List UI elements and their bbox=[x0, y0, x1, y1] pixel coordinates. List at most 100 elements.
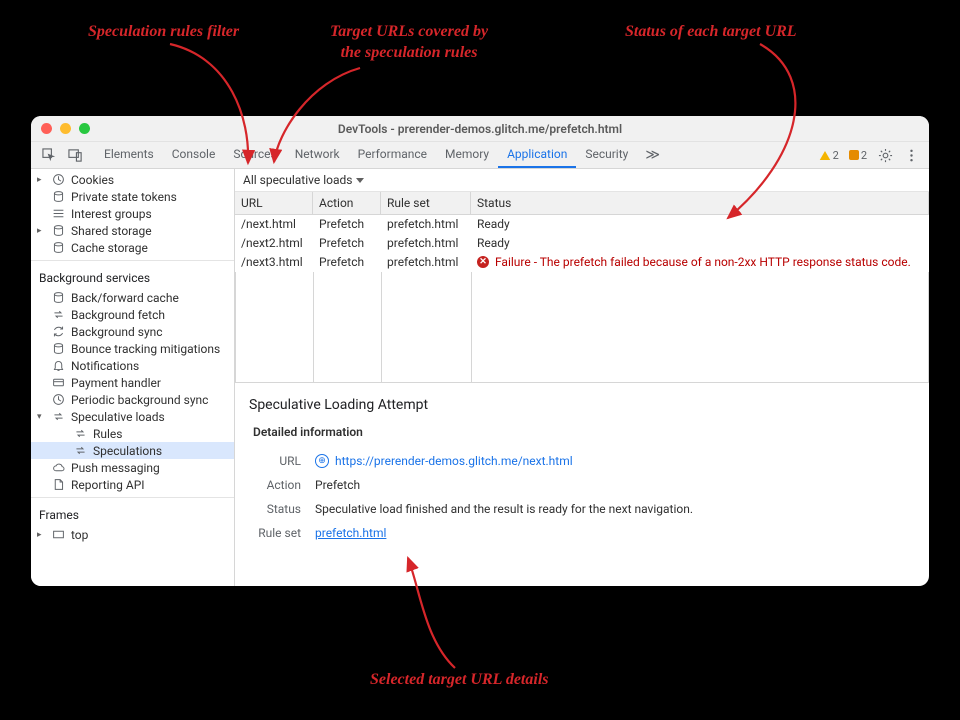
sidebar-item-speculative-loads[interactable]: Speculative loads bbox=[31, 408, 234, 425]
arrows-icon bbox=[73, 444, 87, 458]
sidebar-item-top[interactable]: top bbox=[31, 526, 234, 543]
cell-action: Prefetch bbox=[313, 215, 381, 233]
col-status[interactable]: Status bbox=[471, 192, 929, 215]
sidebar-item-rules[interactable]: Rules bbox=[31, 425, 234, 442]
cell-action: Prefetch bbox=[313, 253, 381, 271]
sidebar-item-cache-storage[interactable]: Cache storage bbox=[31, 239, 234, 256]
devtools-toolbar: Elements Console Sources Network Perform… bbox=[31, 142, 929, 169]
cell-action: Prefetch bbox=[313, 234, 381, 252]
speculations-table: URL Action Rule set Status /next.htmlPre… bbox=[235, 192, 929, 383]
sidebar-item-label: Periodic background sync bbox=[71, 393, 208, 407]
sidebar-item-interest-groups[interactable]: Interest groups bbox=[31, 205, 234, 222]
error-icon: ✕ bbox=[477, 256, 489, 268]
device-toggle-icon[interactable] bbox=[67, 147, 83, 163]
sidebar-item-periodic-background-sync[interactable]: Periodic background sync bbox=[31, 391, 234, 408]
traffic-lights[interactable] bbox=[41, 123, 90, 134]
issue-icon bbox=[849, 150, 859, 160]
clock-icon bbox=[51, 393, 65, 407]
sidebar-item-label: Background sync bbox=[71, 325, 163, 339]
annotation-targets: Target URLs covered by the speculation r… bbox=[330, 22, 488, 64]
sidebar-item-label: Bounce tracking mitigations bbox=[71, 342, 220, 356]
annotation-status: Status of each target URL bbox=[625, 22, 797, 43]
col-url[interactable]: URL bbox=[235, 192, 313, 215]
db-icon bbox=[51, 342, 65, 356]
rect-icon bbox=[51, 528, 65, 542]
sidebar-item-notifications[interactable]: Notifications bbox=[31, 357, 234, 374]
annotation-filter: Speculation rules filter bbox=[88, 22, 239, 43]
card-icon bbox=[51, 376, 65, 390]
db-icon bbox=[51, 241, 65, 255]
tab-console[interactable]: Console bbox=[163, 142, 225, 168]
db-icon bbox=[51, 190, 65, 204]
detail-url-label: URL bbox=[253, 454, 301, 468]
sidebar-item-label: Back/forward cache bbox=[71, 291, 179, 305]
sidebar-item-label: Speculative loads bbox=[71, 410, 165, 424]
tab-application[interactable]: Application bbox=[498, 142, 576, 168]
table-row[interactable]: /next2.htmlPrefetchprefetch.htmlReady bbox=[235, 234, 929, 253]
annotation-details: Selected target URL details bbox=[370, 670, 548, 691]
clock-icon bbox=[51, 173, 65, 187]
sidebar-item-background-sync[interactable]: Background sync bbox=[31, 323, 234, 340]
sidebar-item-payment-handler[interactable]: Payment handler bbox=[31, 374, 234, 391]
tab-network[interactable]: Network bbox=[286, 142, 349, 168]
sync-icon bbox=[51, 325, 65, 339]
tab-sources[interactable]: Sources bbox=[224, 142, 285, 168]
tabs-overflow[interactable]: ≫ bbox=[637, 142, 668, 168]
detail-action-value: Prefetch bbox=[315, 478, 360, 492]
sidebar-item-shared-storage[interactable]: Shared storage bbox=[31, 222, 234, 239]
sidebar-item-push-messaging[interactable]: Push messaging bbox=[31, 459, 234, 476]
detail-url-value[interactable]: ⊕ https://prerender-demos.glitch.me/next… bbox=[315, 454, 573, 468]
db-icon bbox=[51, 291, 65, 305]
sidebar-item-private-state-tokens[interactable]: Private state tokens bbox=[31, 188, 234, 205]
cell-status: Ready bbox=[471, 215, 929, 233]
sidebar-item-background-fetch[interactable]: Background fetch bbox=[31, 306, 234, 323]
sidebar-item-cookies[interactable]: Cookies bbox=[31, 171, 234, 188]
window-title: DevTools - prerender-demos.glitch.me/pre… bbox=[41, 122, 919, 136]
close-icon[interactable] bbox=[41, 123, 52, 134]
titlebar: DevTools - prerender-demos.glitch.me/pre… bbox=[31, 116, 929, 142]
speculation-detail: Speculative Loading Attempt Detailed inf… bbox=[235, 383, 929, 559]
cell-ruleset: prefetch.html bbox=[381, 215, 471, 233]
arrows-icon bbox=[51, 410, 65, 424]
detail-status-label: Status bbox=[253, 502, 301, 516]
sidebar-item-bounce-tracking-mitigations[interactable]: Bounce tracking mitigations bbox=[31, 340, 234, 357]
sidebar-item-label: Background fetch bbox=[71, 308, 165, 322]
cell-ruleset: prefetch.html bbox=[381, 234, 471, 252]
sidebar-item-label: Shared storage bbox=[71, 224, 152, 238]
detail-title: Speculative Loading Attempt bbox=[249, 397, 915, 413]
col-ruleset[interactable]: Rule set bbox=[381, 192, 471, 215]
tab-security[interactable]: Security bbox=[576, 142, 637, 168]
detail-ruleset-value[interactable]: prefetch.html bbox=[315, 526, 386, 540]
bell-icon bbox=[51, 359, 65, 373]
sidebar-item-reporting-api[interactable]: Reporting API bbox=[31, 476, 234, 493]
speculation-filter-dropdown[interactable]: All speculative loads bbox=[243, 173, 364, 187]
cell-ruleset: prefetch.html bbox=[381, 253, 471, 271]
warnings-badge[interactable]: 2 bbox=[819, 149, 839, 162]
tab-performance[interactable]: Performance bbox=[349, 142, 436, 168]
sidebar-item-label: Payment handler bbox=[71, 376, 161, 390]
db-icon bbox=[51, 224, 65, 238]
cell-status: ✕Failure - The prefetch failed because o… bbox=[471, 253, 929, 271]
panel-tabs: Elements Console Sources Network Perform… bbox=[95, 142, 668, 168]
sidebar-item-label: Cookies bbox=[71, 173, 114, 187]
col-action[interactable]: Action bbox=[313, 192, 381, 215]
detail-ruleset-label: Rule set bbox=[253, 526, 301, 540]
cell-url: /next2.html bbox=[235, 234, 313, 252]
minimize-icon[interactable] bbox=[60, 123, 71, 134]
zoom-icon[interactable] bbox=[79, 123, 90, 134]
tab-elements[interactable]: Elements bbox=[95, 142, 163, 168]
inspect-icon[interactable] bbox=[41, 147, 57, 163]
warning-icon bbox=[819, 149, 831, 161]
issues-badge[interactable]: 2 bbox=[849, 149, 867, 162]
table-row[interactable]: /next3.htmlPrefetchprefetch.html✕Failure… bbox=[235, 253, 929, 272]
sidebar-item-back-forward-cache[interactable]: Back/forward cache bbox=[31, 289, 234, 306]
application-sidebar: CookiesPrivate state tokensInterest grou… bbox=[31, 169, 235, 586]
kebab-menu-icon[interactable] bbox=[903, 147, 919, 163]
sidebar-item-label: Notifications bbox=[71, 359, 139, 373]
table-row[interactable]: /next.htmlPrefetchprefetch.htmlReady bbox=[235, 215, 929, 234]
devtools-window: DevTools - prerender-demos.glitch.me/pre… bbox=[31, 116, 929, 586]
link-icon: ⊕ bbox=[315, 454, 329, 468]
tab-memory[interactable]: Memory bbox=[436, 142, 498, 168]
settings-icon[interactable] bbox=[877, 147, 893, 163]
sidebar-item-speculations[interactable]: Speculations bbox=[31, 442, 234, 459]
